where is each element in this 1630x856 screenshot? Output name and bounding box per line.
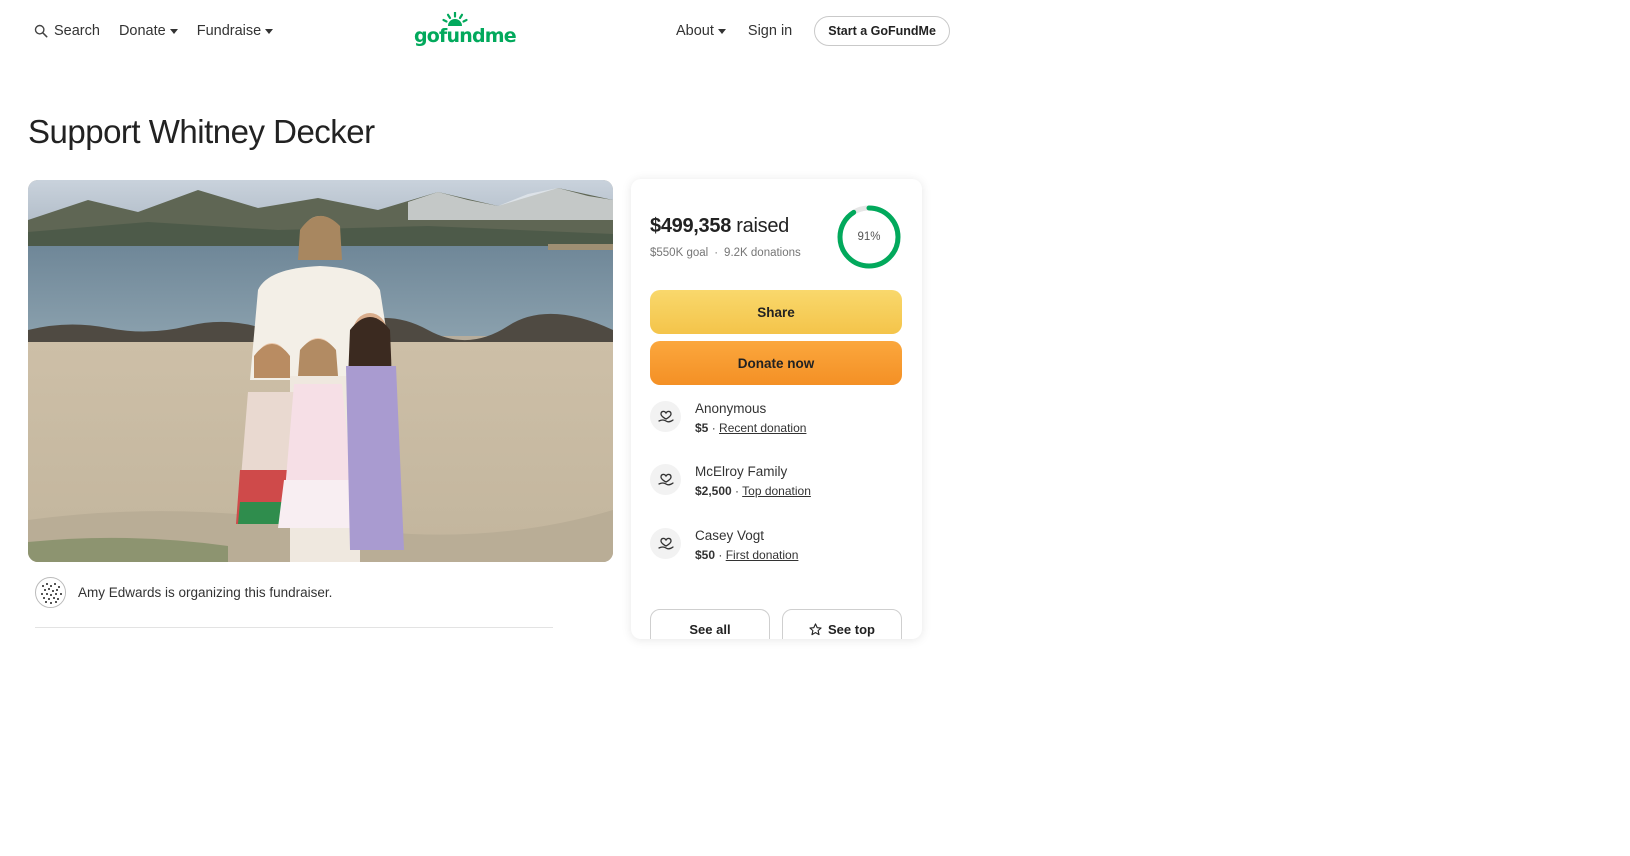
organizer-text: Amy Edwards is organizing this fundraise…: [78, 585, 333, 600]
donate-button-label: Donate now: [737, 355, 815, 371]
donation-count: 9.2K donations: [724, 247, 801, 259]
goal-amount: $550K goal: [650, 247, 709, 259]
chevron-down-icon: [717, 29, 726, 34]
donor-separator: ·: [731, 484, 743, 498]
donor-detail: $50 · First donation: [695, 548, 798, 562]
share-button-label: Share: [757, 304, 795, 320]
raised-amount: $499,358: [650, 215, 732, 237]
donor-item: McElroy Family $2,500 · Top donation: [650, 464, 811, 498]
donation-heart-icon: [650, 464, 681, 495]
see-all-button[interactable]: See all: [650, 609, 770, 639]
signin-link[interactable]: Sign in: [748, 16, 792, 46]
see-top-label: See top: [828, 621, 875, 637]
fundraise-menu-label: Fundraise: [196, 23, 262, 39]
header-right-nav: About Sign in Start a GoFundMe: [676, 16, 950, 46]
page-title: Support Whitney Decker: [28, 113, 375, 150]
donation-heart-icon: [650, 528, 681, 559]
see-all-label: See all: [689, 621, 731, 637]
see-top-button[interactable]: See top: [782, 609, 902, 639]
donor-amount: $5: [695, 421, 709, 435]
donor-detail: $2,500 · Top donation: [695, 484, 811, 498]
donation-tag-link[interactable]: First donation: [726, 548, 799, 562]
donor-detail: $5 · Recent donation: [695, 421, 806, 435]
about-menu-label: About: [676, 23, 714, 39]
donor-name: Casey Vogt: [695, 528, 765, 543]
amount-raised: $499,358 raised: [650, 215, 789, 238]
signin-label: Sign in: [747, 23, 793, 39]
donor-item: Casey Vogt $50 · First donation: [650, 528, 798, 562]
donation-card: $499,358 raised $550K goal · 9.2K donation…: [631, 179, 922, 639]
start-gofundme-button[interactable]: Start a GoFundMe: [814, 16, 950, 46]
section-divider: [35, 627, 553, 628]
donate-now-button[interactable]: Donate now: [650, 341, 902, 385]
header-left-nav: Search Donate Fundraise: [34, 20, 292, 42]
about-menu[interactable]: About: [676, 16, 726, 46]
donor-separator: ·: [708, 421, 720, 435]
donor-amount: $50: [695, 548, 716, 562]
fundraiser-hero-image[interactable]: [28, 180, 613, 562]
search-label: Search: [54, 23, 100, 39]
start-gofundme-label: Start a GoFundMe: [828, 24, 936, 38]
chevron-down-icon: [169, 29, 178, 34]
meta-separator: ·: [714, 247, 719, 259]
chevron-down-icon: [265, 29, 274, 34]
donation-tag-link[interactable]: Recent donation: [719, 421, 806, 435]
donate-menu-label: Donate: [118, 23, 166, 39]
star-icon: [809, 622, 822, 635]
donor-name: McElroy Family: [695, 464, 788, 479]
progress-ring: 91%: [836, 199, 902, 275]
donation-tag-link[interactable]: Top donation: [742, 484, 811, 498]
organizer-avatar[interactable]: [35, 577, 66, 608]
donor-amount: $2,500: [695, 484, 732, 498]
logo-wordmark: gofundme: [414, 25, 517, 47]
progress-percent: 91%: [857, 231, 881, 243]
organizer-row: Amy Edwards is organizing this fundraise…: [35, 577, 332, 608]
goal-meta: $550K goal · 9.2K donations: [650, 247, 801, 259]
gofundme-logo[interactable]: gofundme: [414, 12, 517, 48]
donation-heart-icon: [650, 401, 681, 432]
search-icon: [34, 24, 48, 38]
raised-suffix: raised: [731, 215, 789, 237]
share-button[interactable]: Share: [650, 290, 902, 334]
sun-logo-icon: [442, 12, 468, 26]
donor-item: Anonymous $5 · Recent donation: [650, 401, 806, 435]
fundraise-menu[interactable]: Fundraise: [196, 20, 274, 42]
search-button[interactable]: Search: [34, 20, 100, 42]
donate-menu[interactable]: Donate: [119, 20, 178, 42]
donor-name: Anonymous: [695, 401, 767, 416]
donor-separator: ·: [715, 548, 726, 562]
